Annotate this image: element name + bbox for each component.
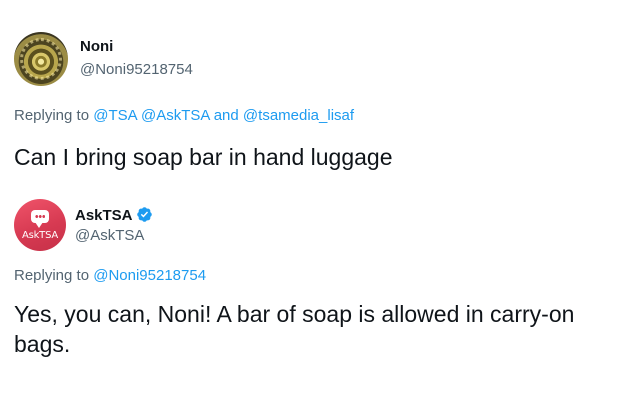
avatar-noni[interactable]: [14, 32, 68, 86]
replying-to-label-2: Replying to: [14, 267, 94, 284]
chat-dots-icon: [35, 215, 45, 218]
mention-and[interactable]: and: [210, 107, 243, 124]
avatar-pattern: [20, 38, 62, 80]
display-name-asktsa-text[interactable]: AskTSA: [75, 207, 133, 224]
tweet-text-answer-line1: Yes, you can, Noni! A bar of soap is all…: [14, 301, 575, 327]
display-name-noni[interactable]: Noni: [80, 38, 113, 55]
replying-to-line-2: Replying to @Noni95218754: [14, 267, 206, 284]
replying-to-line: Replying to @TSA @AskTSA and @tsamedia_l…: [14, 107, 354, 124]
mention-tsamedia-lisaf[interactable]: @tsamedia_lisaf: [243, 107, 354, 124]
replying-to-label: Replying to: [14, 107, 94, 124]
tweet-text-answer: Yes, you can, Noni! A bar of soap is all…: [14, 299, 574, 359]
mention-tsa[interactable]: @TSA: [93, 107, 137, 124]
verified-badge-icon: [136, 207, 152, 222]
avatar-asktsa-label: AskTSA: [21, 230, 59, 241]
handle-asktsa[interactable]: @AskTSA: [75, 227, 144, 244]
avatar-asktsa[interactable]: AskTSA: [14, 199, 66, 251]
tweet-text-answer-line2: bags.: [14, 331, 71, 357]
display-name-asktsa[interactable]: AskTSA: [75, 206, 153, 224]
mention-noni[interactable]: @Noni95218754: [93, 267, 206, 284]
mention-asktsa[interactable]: @AskTSA: [141, 107, 210, 124]
handle-noni[interactable]: @Noni95218754: [80, 61, 193, 78]
tweet-text-question: Can I bring soap bar in hand luggage: [14, 144, 393, 170]
